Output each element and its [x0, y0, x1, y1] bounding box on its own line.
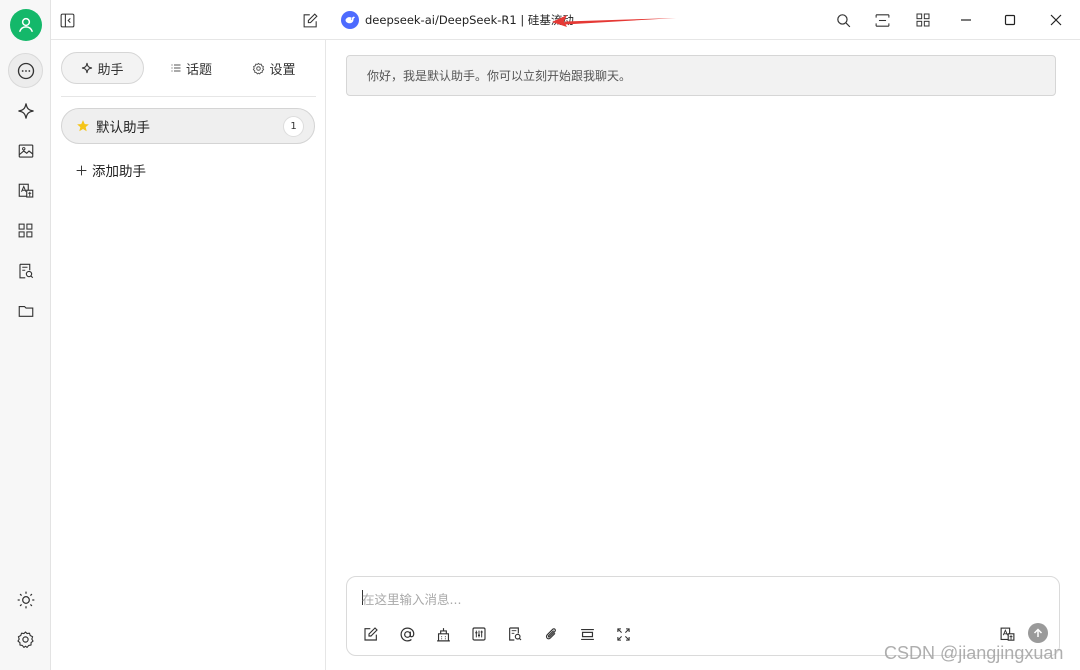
deepseek-logo-icon	[341, 11, 359, 29]
arrow-up-icon	[1033, 628, 1043, 637]
search-button[interactable]	[833, 10, 853, 30]
tab-assistants[interactable]: 助手	[61, 52, 144, 84]
document-search-icon	[18, 263, 33, 278]
plus-icon	[76, 165, 87, 175]
close-icon	[1050, 14, 1062, 26]
translate-icon	[1000, 627, 1014, 641]
window-close-button[interactable]	[1046, 10, 1066, 30]
toggle-sidebar-button[interactable]	[57, 10, 77, 30]
window-maximize-button[interactable]	[1000, 10, 1020, 30]
tab-settings[interactable]: 设置	[239, 52, 309, 84]
user-icon	[18, 17, 34, 33]
chat-nav-button[interactable]	[8, 53, 43, 88]
list-icon	[171, 64, 181, 72]
gear-icon	[253, 62, 265, 74]
user-avatar[interactable]	[10, 9, 42, 41]
mention-model-button[interactable]	[398, 625, 416, 643]
left-rail	[0, 0, 51, 670]
grid-icon	[916, 13, 930, 27]
assistant-panel: 助手 话题 设置 默认助手 1 添加助手	[51, 40, 326, 670]
tab-assistants-label: 助手	[97, 62, 124, 78]
tab-topics-label: 话题	[185, 62, 212, 78]
attach-file-button[interactable]	[542, 625, 560, 643]
title-bar: deepseek-ai/DeepSeek-R1 | 硅基流动	[51, 0, 1080, 40]
model-name: deepseek-ai/DeepSeek-R1 | 硅基流动	[365, 13, 574, 27]
translate-icon	[18, 183, 33, 198]
document-search-icon	[509, 627, 522, 641]
knowledge-nav-button[interactable]	[8, 253, 43, 288]
tab-settings-label: 设置	[269, 62, 296, 78]
translate-input-button[interactable]	[998, 625, 1016, 643]
context-divider-icon	[580, 628, 594, 640]
new-chat-button[interactable]	[300, 10, 320, 30]
panel-divider	[61, 96, 316, 97]
panel-tabs: 助手 话题 设置	[61, 52, 316, 84]
paintings-nav-button[interactable]	[8, 133, 43, 168]
theme-toggle-button[interactable]	[8, 582, 43, 617]
chat-bubble-icon	[17, 62, 34, 79]
edit-icon	[303, 12, 318, 27]
annotation-arrow	[552, 15, 676, 27]
assistant-greeting: 你好，我是默认助手。你可以立刻开始跟我聊天。	[346, 55, 1056, 96]
expand-icon	[616, 627, 630, 641]
agents-nav-button[interactable]	[8, 93, 43, 128]
paperclip-icon	[545, 628, 556, 640]
gear-icon	[17, 631, 34, 648]
knowledge-base-button[interactable]	[434, 625, 452, 643]
new-topic-button[interactable]	[362, 625, 380, 643]
grid-icon	[18, 223, 33, 238]
image-icon	[18, 143, 33, 158]
assistant-topic-count: 1	[283, 116, 304, 137]
sidebar-collapse-icon	[60, 13, 74, 27]
star-icon	[77, 120, 89, 132]
narrow-mode-button[interactable]	[872, 10, 892, 30]
at-sign-icon	[400, 627, 414, 641]
maximize-icon	[1004, 14, 1016, 26]
clear-context-button[interactable]	[578, 625, 596, 643]
add-assistant-label: 添加助手	[92, 164, 146, 180]
folder-icon	[18, 305, 33, 317]
watermark: CSDN @jiangjingxuan	[884, 643, 1064, 663]
chat-area: 你好，我是默认助手。你可以立刻开始跟我聊天。 在这里输入消息...	[326, 40, 1080, 670]
tab-topics[interactable]: 话题	[151, 52, 231, 84]
building-icon	[436, 627, 450, 641]
web-search-button[interactable]	[506, 625, 524, 643]
minimize-icon	[961, 19, 971, 21]
sun-icon	[17, 591, 34, 608]
add-assistant-button[interactable]: 添加助手	[75, 160, 146, 180]
edit-icon	[364, 627, 378, 641]
model-selector[interactable]: deepseek-ai/DeepSeek-R1 | 硅基流动	[341, 11, 574, 29]
send-button[interactable]	[1028, 623, 1048, 643]
settings-nav-button[interactable]	[8, 622, 43, 657]
window-minimize-button[interactable]	[956, 10, 976, 30]
assistant-name: 默认助手	[96, 120, 150, 136]
apps-nav-button[interactable]	[8, 213, 43, 248]
files-nav-button[interactable]	[8, 293, 43, 328]
model-settings-button[interactable]	[470, 625, 488, 643]
sparkle-icon	[82, 62, 93, 74]
sparkle-icon	[17, 102, 34, 119]
message-input[interactable]: 在这里输入消息...	[362, 589, 461, 608]
fullscreen-input-button[interactable]	[614, 625, 632, 643]
sliders-icon	[472, 627, 486, 641]
assistant-item[interactable]: 默认助手 1	[61, 108, 315, 144]
expand-width-icon	[875, 13, 889, 27]
minapps-button[interactable]	[913, 10, 933, 30]
translate-nav-button[interactable]	[8, 173, 43, 208]
search-icon	[836, 13, 850, 27]
